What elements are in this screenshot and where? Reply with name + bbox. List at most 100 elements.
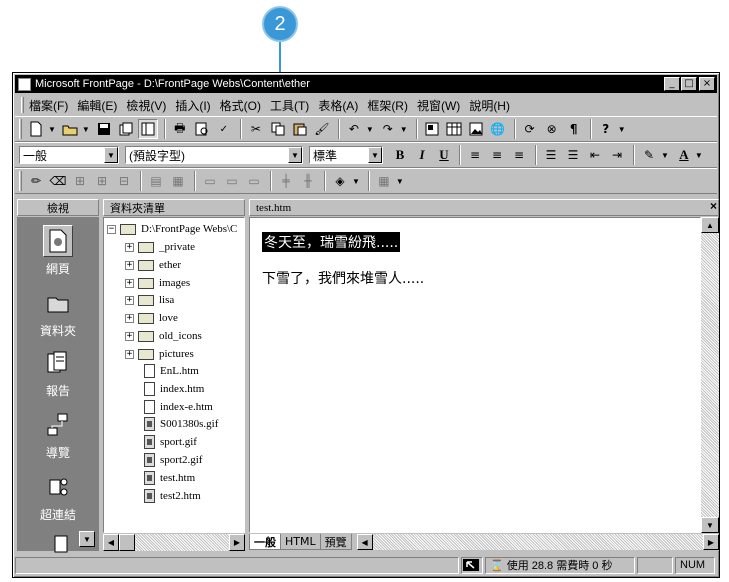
insert-component-icon[interactable] xyxy=(422,119,442,139)
toolbar-grip[interactable] xyxy=(19,119,22,139)
scroll-left-icon[interactable]: ◀ xyxy=(356,534,373,550)
tree-file[interactable]: index.htm xyxy=(144,380,204,398)
align-top-icon[interactable]: ▭ xyxy=(200,171,220,191)
eraser-icon[interactable]: ⌫ xyxy=(48,171,68,191)
redo-dropdown-icon[interactable]: ▼ xyxy=(400,125,408,134)
tree-file[interactable]: test.htm xyxy=(144,469,195,487)
format-painter-icon[interactable]: 🖌 xyxy=(312,119,332,139)
fill-color-dropdown-icon[interactable]: ▼ xyxy=(352,177,360,186)
expand-icon[interactable]: + xyxy=(125,278,134,288)
font-size-select[interactable]: 標準 ▼ xyxy=(309,146,383,164)
editor-vscroll[interactable]: ▲ ▼ xyxy=(701,217,719,533)
new-dropdown-icon[interactable]: ▼ xyxy=(48,125,56,134)
insert-table-icon[interactable] xyxy=(444,119,464,139)
toolbar-grip[interactable] xyxy=(19,171,22,191)
print-preview-icon[interactable] xyxy=(192,119,212,139)
font-select[interactable]: (預設字型) ▼ xyxy=(125,146,303,164)
italic-button[interactable]: I xyxy=(411,145,433,165)
menu-help[interactable]: 說明(H) xyxy=(469,97,510,114)
insert-picture-icon[interactable] xyxy=(466,119,486,139)
help-icon[interactable]: ? xyxy=(596,119,616,139)
align-bottom-icon[interactable]: ▭ xyxy=(244,171,264,191)
menu-window[interactable]: 視窗(W) xyxy=(417,97,460,114)
tree-root[interactable]: − D:\FrontPage Webs\C xyxy=(107,220,237,238)
tab-html[interactable]: HTML xyxy=(280,534,321,550)
style-select[interactable]: 一般 ▼ xyxy=(19,146,119,164)
menu-insert[interactable]: 插入(I) xyxy=(175,97,210,114)
draw-table-icon[interactable]: ✏ xyxy=(26,171,46,191)
maximize-button[interactable]: □ xyxy=(681,77,697,91)
tree-folder[interactable]: + ether xyxy=(125,256,181,274)
help-dropdown-icon[interactable]: ▼ xyxy=(618,125,626,134)
menu-table[interactable]: 表格(A) xyxy=(318,97,358,114)
menu-file[interactable]: 檔案(F) xyxy=(29,97,68,114)
view-folders[interactable]: 資料夾 xyxy=(17,287,99,339)
expand-icon[interactable]: + xyxy=(125,295,134,305)
folder-hscroll[interactable]: ◀ ▶ xyxy=(103,534,245,551)
tree-file[interactable]: S001380s.gif xyxy=(144,415,218,433)
tree-file[interactable]: sport2.gif xyxy=(144,451,202,469)
publish-icon[interactable] xyxy=(116,119,136,139)
open-dropdown-icon[interactable]: ▼ xyxy=(82,125,90,134)
view-navigation[interactable]: 導覽 xyxy=(17,409,99,461)
editor-hscroll[interactable]: ◀ ▶ xyxy=(356,534,719,550)
underline-button[interactable]: U xyxy=(433,145,455,165)
tree-folder[interactable]: + lisa xyxy=(125,291,174,309)
table-autofit-icon[interactable]: ▦ xyxy=(374,171,394,191)
expand-icon[interactable]: + xyxy=(125,313,134,323)
menu-edit[interactable]: 編輯(E) xyxy=(77,97,117,114)
scroll-track[interactable] xyxy=(135,534,229,551)
tab-normal[interactable]: 一般 xyxy=(249,534,281,550)
tree-folder[interactable]: + pictures xyxy=(125,345,194,363)
tree-file[interactable]: sport.gif xyxy=(144,433,197,451)
highlight-dropdown-icon[interactable]: ▼ xyxy=(661,151,669,160)
minimize-button[interactable]: _ xyxy=(664,77,680,91)
paragraph[interactable]: 下雪了，我們來堆雪人..... xyxy=(262,268,424,288)
close-button[interactable]: × xyxy=(699,77,715,91)
chevron-down-icon[interactable]: ▼ xyxy=(368,147,382,163)
expand-icon[interactable]: + xyxy=(125,260,134,270)
view-hyperlinks[interactable]: 超連結 xyxy=(17,471,99,523)
folder-list-icon[interactable] xyxy=(137,119,158,139)
close-document-icon[interactable]: × xyxy=(710,199,717,213)
expand-icon[interactable]: + xyxy=(125,331,134,341)
paste-icon[interactable] xyxy=(290,119,310,139)
tree-folder[interactable]: + _private xyxy=(125,238,195,256)
menu-tools[interactable]: 工具(T) xyxy=(270,97,309,114)
tree-folder[interactable]: + images xyxy=(125,274,190,292)
font-color-button[interactable]: A xyxy=(673,145,695,165)
editing-area[interactable]: 冬天至，瑞雪紛飛..... 下雪了，我們來堆雪人..... xyxy=(249,217,701,533)
increase-indent-icon[interactable]: ⇥ xyxy=(607,145,627,165)
scroll-down-icon[interactable]: ▼ xyxy=(701,517,719,533)
hyperlink-icon[interactable]: 🌐 xyxy=(488,119,508,139)
document-tab[interactable]: test.htm xyxy=(249,199,719,216)
numbering-icon[interactable]: ☰ xyxy=(541,145,561,165)
highlight-icon[interactable]: ✎ xyxy=(639,145,659,165)
chevron-down-icon[interactable]: ▼ xyxy=(104,147,118,163)
decrease-indent-icon[interactable]: ⇤ xyxy=(585,145,605,165)
view-page[interactable]: 網頁 xyxy=(17,225,99,277)
undo-dropdown-icon[interactable]: ▼ xyxy=(366,125,374,134)
scroll-up-icon[interactable]: ▲ xyxy=(701,217,719,233)
bullets-icon[interactable]: ☰ xyxy=(563,145,583,165)
print-icon[interactable]: 🖶 xyxy=(170,119,190,139)
menu-view[interactable]: 檢視(V) xyxy=(126,97,166,114)
redo-icon[interactable]: ↷ xyxy=(378,119,398,139)
fill-color-icon[interactable]: ◈ xyxy=(330,171,350,191)
view-reports[interactable]: 報告 xyxy=(17,347,99,399)
undo-icon[interactable]: ↶ xyxy=(344,119,364,139)
insert-rows-icon[interactable]: ⊞ xyxy=(70,171,90,191)
chevron-down-icon[interactable]: ▼ xyxy=(288,147,302,163)
distribute-columns-icon[interactable]: ╫ xyxy=(298,171,318,191)
tree-file[interactable]: EnL.htm xyxy=(144,362,199,380)
insert-columns-icon[interactable]: ⊞ xyxy=(92,171,112,191)
tree-file[interactable]: test2.htm xyxy=(144,487,201,505)
open-folder-icon[interactable] xyxy=(60,119,80,139)
save-icon[interactable] xyxy=(94,119,114,139)
scroll-right-icon[interactable]: ▶ xyxy=(703,534,719,550)
cut-icon[interactable]: ✂ xyxy=(246,119,266,139)
split-cells-icon[interactable]: ▦ xyxy=(168,171,188,191)
menu-format[interactable]: 格式(O) xyxy=(220,97,261,114)
tree-folder[interactable]: + love xyxy=(125,309,178,327)
new-page-icon[interactable] xyxy=(26,119,46,139)
